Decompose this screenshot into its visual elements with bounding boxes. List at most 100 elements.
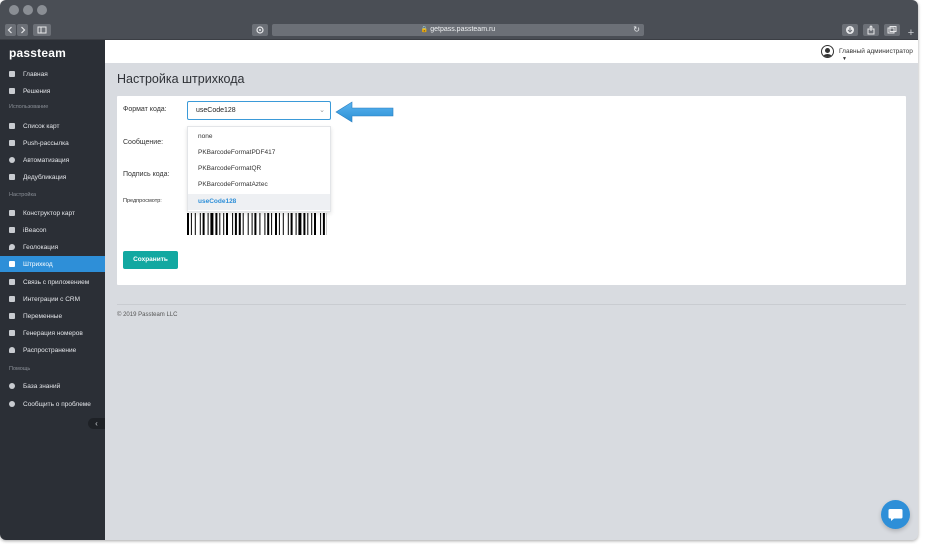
downloads-button[interactable] [842,24,858,36]
bell-icon [9,347,15,353]
sidebar-item-deduplication[interactable]: Дедубликация [0,169,105,185]
sidebar-item-variables[interactable]: Переменные [0,308,105,324]
brand-logo[interactable]: passteam [9,46,66,60]
grid-icon [9,330,15,336]
barcode-icon [9,261,15,267]
sidebar-item-automation[interactable]: Автоматизация [0,152,105,168]
sidebar-item-barcode[interactable]: Штрихкод [0,256,105,272]
sidebar-item-report-problem[interactable]: Сообщить о проблеме [0,396,105,412]
link-icon [9,279,15,285]
barcode-preview [187,213,327,235]
sidebar-item-label: Генерация номеров [23,329,83,337]
format-option-pdf417[interactable]: PKBarcodeFormatPDF417 [188,145,330,161]
pointer-arrow-icon [335,101,394,123]
main-content: Настройка штрихкода Формат кода: useCode… [105,63,918,540]
duplicate-icon [9,174,15,180]
sidebar-item-label: Переменные [23,312,63,320]
back-button[interactable] [5,24,16,36]
sidebar-collapse-button[interactable]: ‹ [88,418,105,429]
sidebar-section-usage: Использование [9,104,49,110]
settings-button[interactable] [252,24,268,36]
sidebar-item-push[interactable]: Push-рассылка [0,135,105,151]
format-option-none[interactable]: none [188,129,330,145]
sidebar-item-label: Связь с приложением [23,278,90,286]
chat-icon [888,509,903,521]
forward-arrow-icon [21,26,26,34]
sidebar-item-label: Автоматизация [23,156,70,164]
message-label: Сообщение: [123,139,164,146]
avatar[interactable] [821,45,834,58]
sidebar-item-label: Распространение [23,346,77,354]
sidebar-item-label: Список карт [23,122,60,130]
sidebar-item-label: iBeacon [23,226,47,234]
bug-icon [9,401,15,407]
sidebar-item-crm-integrations[interactable]: Интеграции с CRM [0,291,105,307]
sidebar-section-settings: Настройка [9,192,37,198]
share-button[interactable] [863,24,879,36]
share-icon [867,25,875,35]
format-select[interactable]: useCode128 ⌄ [187,101,331,120]
tabs-overview-button[interactable] [884,24,900,36]
sidebar-item-distribution[interactable]: Распространение [0,342,105,358]
list-icon [9,123,15,129]
caption-label: Подпись кода: [123,171,170,178]
footer-divider [117,304,906,305]
variables-icon [9,313,15,319]
sidebar-item-label: Конструктор карт [23,209,75,217]
preview-label: Предпросмотр: [123,198,162,204]
forward-button[interactable] [17,24,28,36]
brush-icon [9,210,15,216]
megaphone-icon [9,140,15,146]
sidebar-item-number-generation[interactable]: Генерация номеров [0,325,105,341]
reload-icon[interactable]: ↻ [633,24,640,36]
zoom-window-button[interactable] [37,5,47,15]
footer-copyright: © 2019 Passteam LLC [117,312,178,318]
lifebuoy-icon [9,383,15,389]
user-menu[interactable]: Главный администратор ▼ [839,48,918,62]
integration-icon [9,296,15,302]
sidebar-item-geolocation[interactable]: Геолокация [0,239,105,255]
gear-icon [256,26,264,34]
download-icon [846,26,854,34]
format-label: Формат кода: [123,106,167,113]
lock-icon: 🔒 [420,27,429,33]
sidebar-item-app-link[interactable]: Связь с приложением [0,274,105,290]
save-button[interactable]: Сохранить [123,251,178,269]
minimize-window-button[interactable] [23,5,33,15]
sidebar-item-label: Сообщить о проблеме [23,400,91,408]
address-text: getpass.passteam.ru [430,26,496,33]
sidebar-item-card-list[interactable]: Список карт [0,118,105,134]
browser-toolbar: 🔒 getpass.passteam.ru ↻ [0,20,918,40]
sidebar-item-solutions[interactable]: Решения [0,83,105,99]
sidebar-item-label: Интеграции с CRM [23,295,81,303]
location-pin-icon [9,244,15,250]
back-arrow-icon [7,26,12,34]
sidebar-item-label: Геолокация [23,243,59,251]
format-option-code128[interactable]: useCode128 [188,194,330,210]
sidebar-item-label: База знаний [23,382,61,390]
browser-window: 🔒 getpass.passteam.ru ↻ passteam Главная… [0,0,918,540]
sidebar-item-knowledge-base[interactable]: База знаний [0,378,105,394]
user-name: Главный администратор [839,48,913,55]
sidebar-item-home[interactable]: Главная [0,66,105,82]
title-bar [0,0,918,20]
top-header: Главный администратор ▼ [105,40,918,63]
new-tab-button[interactable]: + [906,28,916,39]
sidebar-toggle-button[interactable] [33,24,51,36]
automation-icon [9,157,15,163]
caret-down-icon: ▼ [842,56,847,62]
page-title: Настройка штрихкода [117,72,245,86]
format-option-qr[interactable]: PKBarcodeFormatQR [188,161,330,177]
sidebar-item-card-builder[interactable]: Конструктор карт [0,205,105,221]
format-dropdown: none PKBarcodeFormatPDF417 PKBarcodeForm… [187,126,331,212]
close-window-button[interactable] [9,5,19,15]
home-icon [9,71,15,77]
sidebar-toggle-icon [37,26,47,34]
address-bar[interactable]: 🔒 getpass.passteam.ru ↻ [272,24,644,36]
chat-widget-button[interactable] [881,500,910,529]
sidebar-item-ibeacon[interactable]: iBeacon [0,222,105,238]
sidebar-item-label: Решения [23,87,51,95]
tabs-icon [887,26,897,34]
sidebar-item-label: Главная [23,70,48,78]
format-option-aztec[interactable]: PKBarcodeFormatAztec [188,177,330,193]
